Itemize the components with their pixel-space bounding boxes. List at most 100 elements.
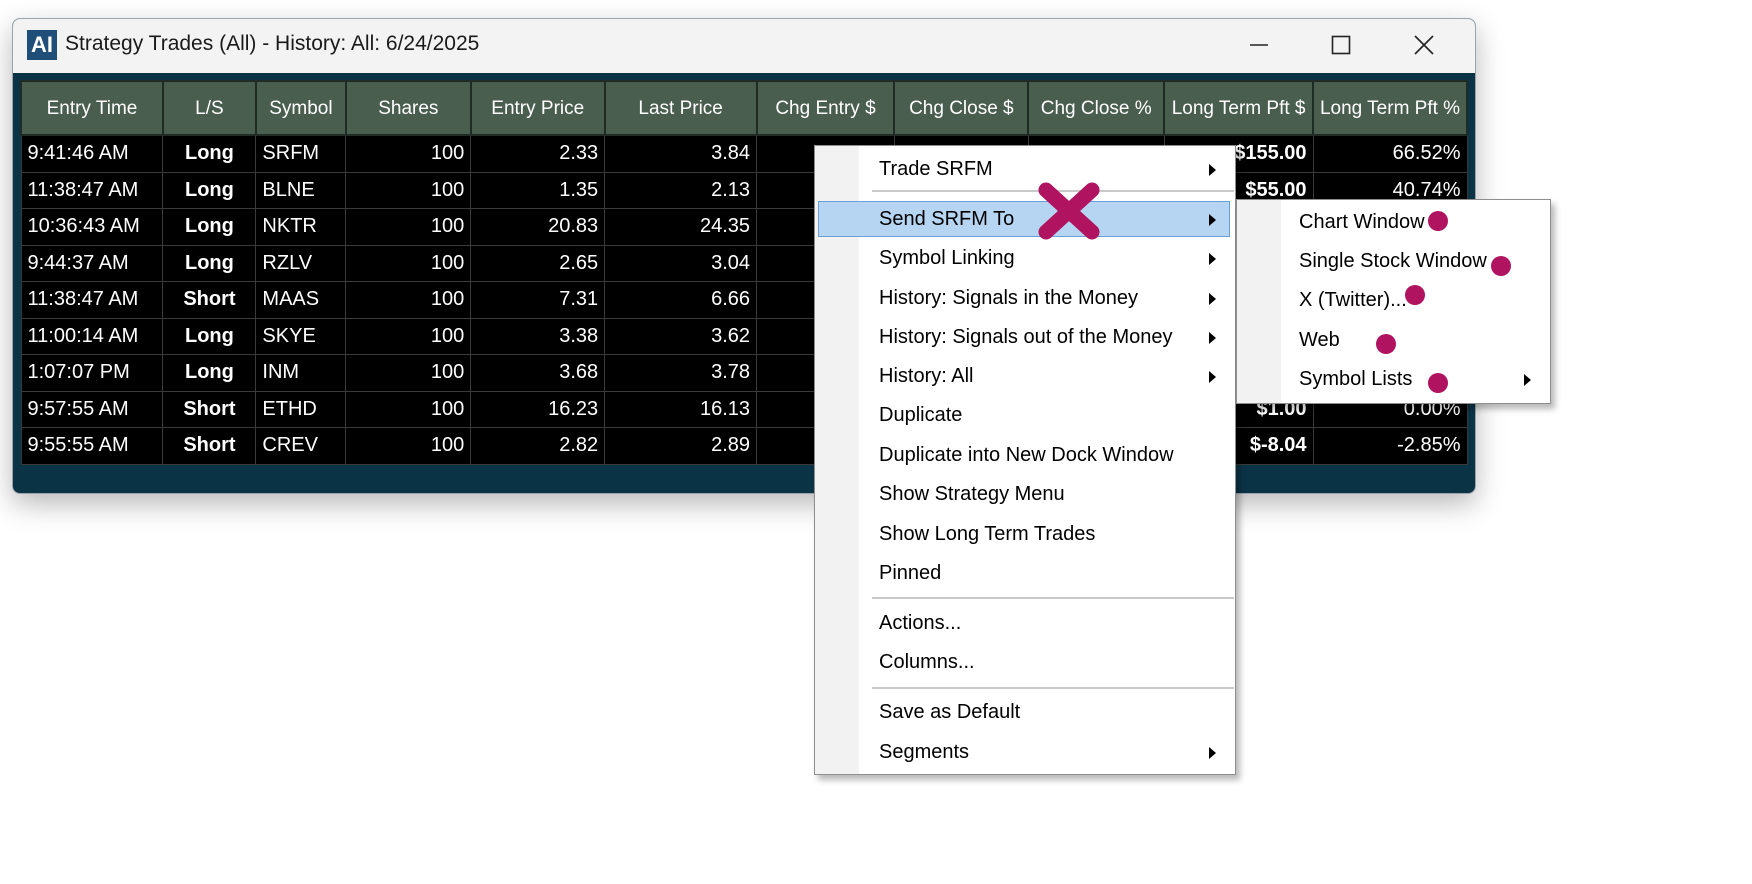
- menu-item[interactable]: Show Strategy Menu: [818, 476, 1230, 512]
- side-cell[interactable]: Short: [162, 427, 257, 465]
- last-price-cell[interactable]: 2.13: [604, 171, 758, 209]
- last-price-cell[interactable]: 3.78: [604, 354, 758, 392]
- shares-cell[interactable]: 100: [345, 317, 472, 355]
- shares-cell[interactable]: 100: [345, 208, 472, 246]
- entry-price-cell[interactable]: 3.38: [470, 317, 606, 355]
- entry-price-cell[interactable]: 16.23: [470, 390, 606, 428]
- column-header[interactable]: Long Term Pft $: [1163, 80, 1315, 136]
- close-icon: [1414, 35, 1434, 55]
- entry-time-cell[interactable]: 11:38:47 AM: [20, 281, 164, 319]
- entry-price-cell[interactable]: 20.83: [470, 208, 606, 246]
- column-header[interactable]: Chg Close %: [1027, 80, 1166, 136]
- table-row[interactable]: 9:41:46 AM Long SRFM 100 2.33 3.84 $155.00 66.5…: [20, 134, 1468, 173]
- side-cell[interactable]: Long: [162, 171, 257, 209]
- shares-cell[interactable]: 100: [345, 281, 472, 319]
- entry-time-cell[interactable]: 9:44:37 AM: [20, 244, 164, 282]
- symbol-cell[interactable]: SKYE: [255, 317, 347, 355]
- side-cell[interactable]: Long: [162, 317, 257, 355]
- menu-item[interactable]: Duplicate: [818, 397, 1230, 433]
- last-price-cell[interactable]: 16.13: [604, 390, 758, 428]
- menu-item-label: Symbol Linking: [879, 247, 1015, 269]
- shares-cell[interactable]: 100: [345, 244, 472, 282]
- close-button[interactable]: [1394, 25, 1454, 65]
- menu-item[interactable]: Show Long Term Trades: [818, 516, 1230, 552]
- entry-time-cell[interactable]: 9:57:55 AM: [20, 390, 164, 428]
- shares-cell[interactable]: 100: [345, 171, 472, 209]
- column-header[interactable]: Last Price: [603, 80, 758, 136]
- menu-item[interactable]: Symbol Linking: [818, 240, 1230, 276]
- submenu-item-label: Symbol Lists: [1299, 368, 1413, 390]
- symbol-cell[interactable]: MAAS: [255, 281, 347, 319]
- context-menu: Trade SRFM Send SRFM To Symbol Linking Hist…: [814, 145, 1236, 775]
- column-header[interactable]: Shares: [344, 80, 472, 136]
- entry-time-cell[interactable]: 11:00:14 AM: [20, 317, 164, 355]
- last-price-cell[interactable]: 6.66: [604, 281, 758, 319]
- menu-item[interactable]: History: Signals in the Money: [818, 280, 1230, 316]
- entry-price-cell[interactable]: 3.68: [470, 354, 606, 392]
- entry-time-cell[interactable]: 9:55:55 AM: [20, 427, 164, 465]
- entry-time-cell[interactable]: 1:07:07 PM: [20, 354, 164, 392]
- menu-item[interactable]: Columns...: [818, 644, 1230, 680]
- entry-price-cell[interactable]: 1.35: [470, 171, 606, 209]
- shares-cell[interactable]: 100: [345, 134, 472, 173]
- table-row[interactable]: 9:55:55 AM Short CREV 100 2.82 2.89 $-8.04 -2.8…: [20, 427, 1468, 465]
- last-price-cell[interactable]: 2.89: [604, 427, 758, 465]
- symbol-cell[interactable]: BLNE: [255, 171, 347, 209]
- menu-item[interactable]: Save as Default: [818, 694, 1230, 730]
- long-term-profit-pct-cell[interactable]: -2.85%: [1312, 427, 1468, 465]
- entry-time-cell[interactable]: 10:36:43 AM: [20, 208, 164, 246]
- symbol-cell[interactable]: INM: [255, 354, 347, 392]
- menu-item[interactable]: Actions...: [818, 605, 1230, 641]
- shares-cell[interactable]: 100: [345, 354, 472, 392]
- submenu-item[interactable]: X (Twitter)...: [1237, 282, 1550, 318]
- column-header[interactable]: Chg Close $: [893, 80, 1030, 136]
- menu-item[interactable]: Duplicate into New Dock Window: [818, 437, 1230, 473]
- column-header[interactable]: L/S: [161, 80, 257, 136]
- side-cell[interactable]: Long: [162, 244, 257, 282]
- menu-item[interactable]: Segments: [818, 734, 1230, 770]
- minimize-button[interactable]: [1229, 25, 1289, 65]
- minimize-icon: [1250, 44, 1268, 46]
- entry-price-cell[interactable]: 2.33: [470, 134, 606, 173]
- column-header[interactable]: Symbol: [254, 80, 347, 136]
- submenu-item[interactable]: Chart Window: [1237, 204, 1550, 240]
- menu-item[interactable]: Pinned: [818, 555, 1230, 591]
- last-price-cell[interactable]: 24.35: [604, 208, 758, 246]
- symbol-cell[interactable]: SRFM: [255, 134, 347, 173]
- symbol-cell[interactable]: NKTR: [255, 208, 347, 246]
- last-price-cell[interactable]: 3.62: [604, 317, 758, 355]
- symbol-cell[interactable]: RZLV: [255, 244, 347, 282]
- shares-cell[interactable]: 100: [345, 390, 472, 428]
- entry-time-cell[interactable]: 9:41:46 AM: [20, 134, 164, 173]
- menu-separator: [872, 687, 1234, 689]
- dot-marker-icon: [1405, 285, 1425, 305]
- column-header[interactable]: Chg Entry $: [755, 80, 896, 136]
- symbol-cell[interactable]: CREV: [255, 427, 347, 465]
- entry-price-cell[interactable]: 2.82: [470, 427, 606, 465]
- last-price-cell[interactable]: 3.84: [604, 134, 758, 173]
- column-header[interactable]: Entry Time: [20, 80, 164, 136]
- side-cell[interactable]: Short: [162, 281, 257, 319]
- side-cell[interactable]: Short: [162, 390, 257, 428]
- long-term-profit-pct-cell[interactable]: 66.52%: [1312, 134, 1468, 173]
- menu-item[interactable]: History: Signals out of the Money: [818, 319, 1230, 355]
- dot-marker-icon: [1428, 373, 1448, 393]
- title-bar[interactable]: AI Strategy Trades (All) - History: All:…: [13, 19, 1475, 73]
- maximize-button[interactable]: [1311, 25, 1371, 65]
- menu-item-label: Columns...: [879, 651, 975, 673]
- side-cell[interactable]: Long: [162, 354, 257, 392]
- entry-price-cell[interactable]: 7.31: [470, 281, 606, 319]
- menu-item[interactable]: Trade SRFM: [818, 151, 1230, 187]
- symbol-cell[interactable]: ETHD: [255, 390, 347, 428]
- last-price-cell[interactable]: 3.04: [604, 244, 758, 282]
- entry-time-cell[interactable]: 11:38:47 AM: [20, 171, 164, 209]
- menu-item[interactable]: History: All: [818, 358, 1230, 394]
- shares-cell[interactable]: 100: [345, 427, 472, 465]
- column-header[interactable]: Long Term Pft %: [1312, 80, 1468, 136]
- submenu-item[interactable]: Symbol Lists: [1237, 361, 1550, 397]
- entry-price-cell[interactable]: 2.65: [470, 244, 606, 282]
- column-header[interactable]: Entry Price: [469, 80, 606, 136]
- menu-item[interactable]: Send SRFM To: [818, 201, 1230, 237]
- side-cell[interactable]: Long: [162, 208, 257, 246]
- side-cell[interactable]: Long: [162, 134, 257, 173]
